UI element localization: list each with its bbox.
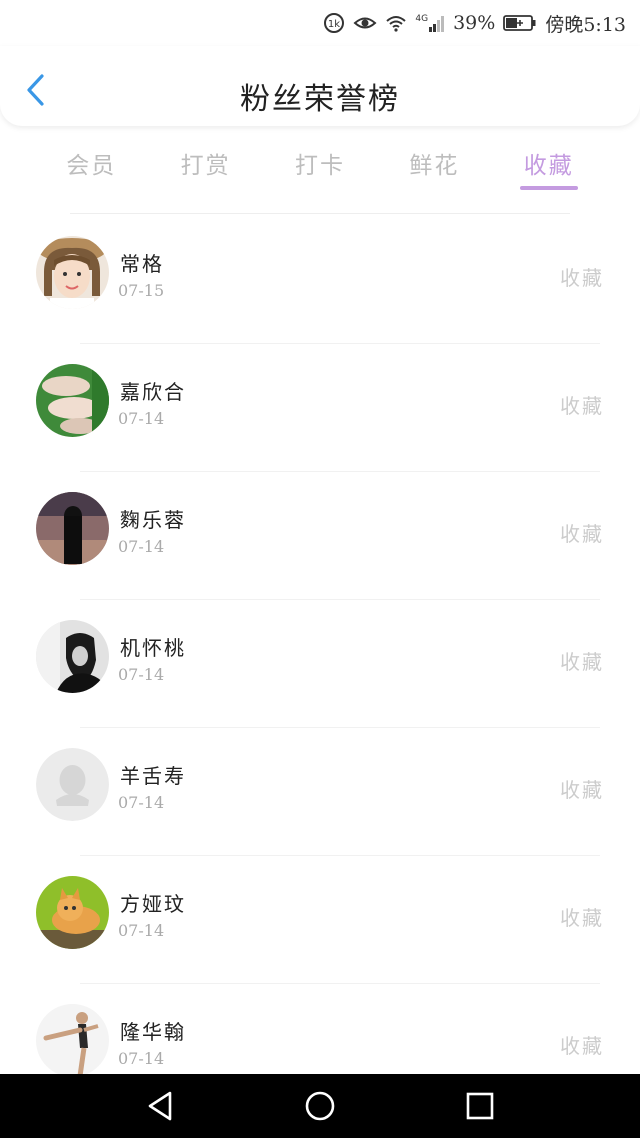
list-item[interactable]: 羊舌寿 07-14 收藏	[0, 728, 640, 856]
speed-badge-text: 1k	[328, 19, 340, 30]
user-name: 常格	[120, 252, 164, 276]
signal-icon: 4G	[415, 14, 445, 32]
tab-flowers[interactable]: 鲜花	[405, 140, 463, 192]
default-avatar-icon	[36, 748, 109, 821]
tab-member[interactable]: 会员	[62, 140, 120, 192]
avatar	[36, 876, 109, 949]
avatar	[36, 620, 109, 693]
list-item[interactable]: 常格 07-15 收藏	[0, 216, 640, 344]
item-date: 07-14	[118, 665, 165, 684]
header: 粉丝荣誉榜	[0, 46, 640, 126]
tab-bar: 会员 打赏 打卡 鲜花 收藏	[0, 140, 640, 196]
favorite-label: 收藏	[560, 394, 604, 418]
wifi-icon	[385, 14, 407, 32]
clock: 傍晚5:13	[545, 13, 626, 36]
list-item[interactable]: 方娅玟 07-14 收藏	[0, 856, 640, 984]
tab-checkin[interactable]: 打卡	[291, 140, 349, 192]
status-bar: 1k 4G 39% 傍晚5:13	[0, 0, 640, 46]
avatar	[36, 492, 109, 565]
network-type: 4G	[415, 14, 429, 24]
item-date: 07-14	[118, 409, 165, 428]
user-name: 嘉欣合	[120, 380, 186, 404]
square-recents-icon	[466, 1092, 494, 1120]
favorite-label: 收藏	[560, 1034, 604, 1058]
user-name: 麴乐蓉	[120, 508, 186, 532]
speed-badge-icon: 1k	[323, 12, 345, 34]
item-date: 07-15	[118, 281, 165, 300]
list-item[interactable]: 麴乐蓉 07-14 收藏	[0, 472, 640, 600]
triangle-back-icon	[148, 1091, 172, 1121]
eye-icon	[353, 14, 377, 32]
fan-list: 常格 07-15 收藏 嘉欣合 07-14 收藏 麴乐蓉 07-14 收藏 机怀…	[0, 216, 640, 1112]
page-title: 粉丝荣誉榜	[240, 82, 400, 117]
user-name: 机怀桃	[120, 636, 186, 660]
system-nav-bar	[0, 1074, 640, 1138]
item-date: 07-14	[118, 921, 165, 940]
favorite-label: 收藏	[560, 522, 604, 546]
nav-home-button[interactable]	[290, 1076, 350, 1136]
nav-back-button[interactable]	[130, 1076, 190, 1136]
circle-home-icon	[305, 1091, 335, 1121]
list-item[interactable]: 嘉欣合 07-14 收藏	[0, 344, 640, 472]
avatar	[36, 364, 109, 437]
tab-reward[interactable]: 打赏	[177, 140, 235, 192]
favorite-label: 收藏	[560, 906, 604, 930]
item-date: 07-14	[118, 1049, 165, 1068]
nav-recents-button[interactable]	[450, 1076, 510, 1136]
battery-percent: 39%	[453, 12, 496, 34]
item-date: 07-14	[118, 793, 165, 812]
battery-icon	[503, 14, 537, 32]
favorite-label: 收藏	[560, 778, 604, 802]
favorite-label: 收藏	[560, 266, 604, 290]
user-name: 方娅玟	[120, 892, 186, 916]
user-name: 隆华翰	[120, 1020, 186, 1044]
favorite-label: 收藏	[560, 650, 604, 674]
avatar	[36, 236, 109, 309]
avatar	[36, 1004, 109, 1077]
item-date: 07-14	[118, 537, 165, 556]
divider	[70, 213, 570, 214]
tab-favorites[interactable]: 收藏	[519, 140, 578, 192]
user-name: 羊舌寿	[120, 764, 186, 788]
list-item[interactable]: 机怀桃 07-14 收藏	[0, 600, 640, 728]
